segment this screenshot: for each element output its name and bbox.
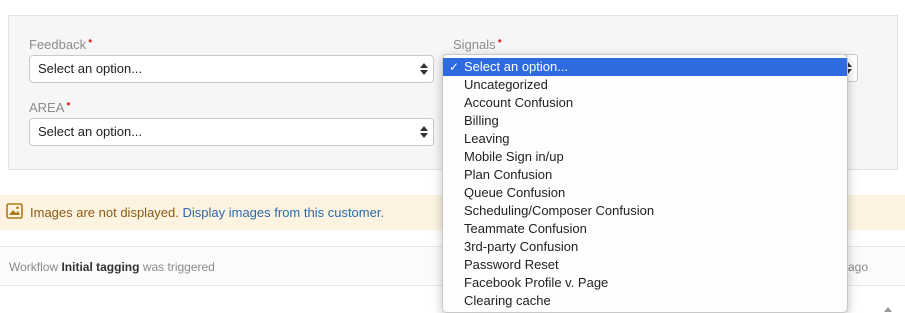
feedback-select-value: Select an option... [38, 61, 143, 76]
signals-option-label: Plan Confusion [464, 167, 553, 182]
signals-option[interactable]: Clearing cache [443, 292, 847, 310]
area-label: AREA • [29, 97, 71, 115]
signals-option[interactable]: Queue Confusion [443, 184, 847, 202]
signals-option-label: Account Confusion [464, 95, 574, 110]
signals-option-label: Mobile Sign in/up [464, 149, 564, 164]
signals-option-label: Clearing cache [464, 293, 551, 308]
signals-option[interactable]: Billing [443, 112, 847, 130]
signals-option[interactable]: Uncategorized [443, 76, 847, 94]
signals-option-label: 3rd-party Confusion [464, 239, 579, 254]
signals-option-label: Leaving [464, 131, 510, 146]
signals-option-label: Scheduling/Composer Confusion [464, 203, 655, 218]
scroll-arrow-icon [884, 307, 892, 312]
signals-label: Signals • [453, 34, 502, 52]
activity-text: Workflow Initial tagging was triggered [9, 260, 215, 274]
select-arrows-icon [420, 63, 428, 75]
signals-option[interactable]: Plan Confusion [443, 166, 847, 184]
signals-option[interactable]: Leaving [443, 130, 847, 148]
required-marker: • [88, 34, 93, 48]
signals-option-label: Select an option... [464, 59, 569, 74]
banner-message: Images are not displayed. Display images… [30, 205, 384, 220]
signals-option[interactable]: Scheduling/Composer Confusion [443, 202, 847, 220]
signals-option-label: Billing [464, 113, 499, 128]
area-select-value: Select an option... [38, 124, 143, 139]
select-arrows-icon [420, 126, 428, 138]
banner-text: Images are not displayed. [30, 205, 179, 220]
feedback-label: Feedback • [29, 34, 92, 52]
signals-option-label: Teammate Confusion [464, 221, 587, 236]
signals-option[interactable]: ✓ Select an option... [443, 58, 847, 76]
signals-option[interactable]: Mobile Sign in/up [443, 148, 847, 166]
area-select[interactable]: Select an option... [29, 118, 434, 146]
signals-dropdown-menu[interactable]: ✓ Select an option... Uncategorized Account… [442, 54, 848, 313]
display-images-link[interactable]: Display images from this customer. [183, 205, 385, 220]
signals-option[interactable]: 3rd-party Confusion [443, 238, 847, 256]
signals-option[interactable]: Facebook Profile v. Page [443, 274, 847, 292]
checkmark-icon: ✓ [449, 60, 460, 74]
signals-label-text: Signals [453, 37, 496, 52]
signals-option-label: Uncategorized [464, 77, 548, 92]
signals-option-label: Queue Confusion [464, 185, 566, 200]
signals-option-label: Facebook Profile v. Page [464, 275, 609, 290]
activity-time: ago [848, 260, 869, 274]
signals-option-label: Password Reset [464, 257, 559, 272]
required-marker: • [497, 34, 502, 48]
activity-prefix: Workflow [9, 260, 59, 274]
workflow-name: Initial tagging [61, 260, 140, 274]
signals-option[interactable]: Account Confusion [443, 94, 847, 112]
image-icon [6, 203, 24, 219]
signals-option[interactable]: Password Reset [443, 256, 847, 274]
signals-option[interactable]: Teammate Confusion [443, 220, 847, 238]
required-marker: • [66, 97, 71, 111]
activity-suffix: was triggered [142, 260, 215, 274]
feedback-select[interactable]: Select an option... [29, 55, 434, 83]
feedback-label-text: Feedback [29, 37, 87, 52]
area-label-text: AREA [29, 100, 65, 115]
